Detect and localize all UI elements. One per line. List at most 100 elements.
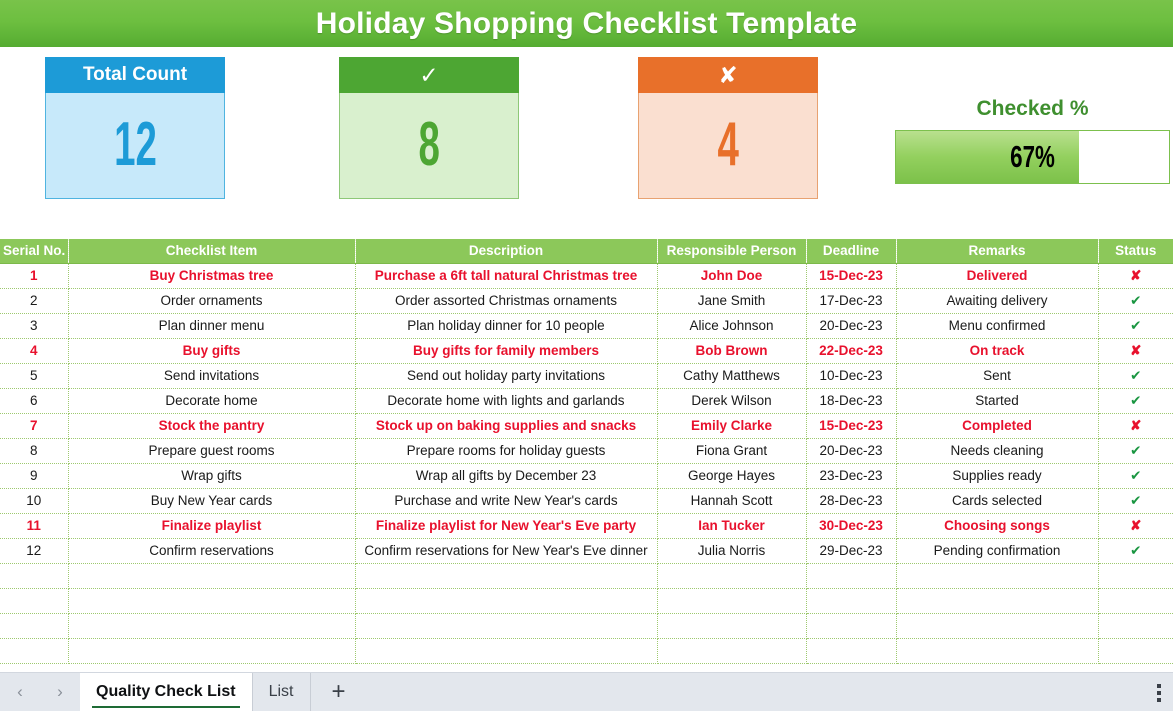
description-cell[interactable]: Stock up on baking supplies and snacks: [355, 413, 658, 439]
checklist-item-cell[interactable]: Plan dinner menu: [68, 313, 356, 339]
remarks-cell[interactable]: Awaiting delivery: [896, 288, 1099, 314]
empty-cell[interactable]: [896, 563, 1099, 589]
checklist-item-cell[interactable]: Buy gifts: [68, 338, 356, 364]
responsible-person-cell[interactable]: Derek Wilson: [657, 388, 807, 414]
empty-cell[interactable]: [896, 613, 1099, 639]
checklist-item-cell[interactable]: Decorate home: [68, 388, 356, 414]
remarks-cell[interactable]: Cards selected: [896, 488, 1099, 514]
serial-no-cell[interactable]: 1: [0, 263, 69, 289]
serial-no-cell[interactable]: 8: [0, 438, 69, 464]
status-cell[interactable]: ✘: [1098, 338, 1173, 364]
status-cell[interactable]: ✔: [1098, 438, 1173, 464]
empty-cell[interactable]: [0, 588, 69, 614]
empty-cell[interactable]: [806, 638, 897, 664]
deadline-cell[interactable]: 15-Dec-23: [806, 263, 897, 289]
deadline-cell[interactable]: 30-Dec-23: [806, 513, 897, 539]
status-cell[interactable]: ✔: [1098, 313, 1173, 339]
serial-no-cell[interactable]: 6: [0, 388, 69, 414]
checklist-item-cell[interactable]: Buy New Year cards: [68, 488, 356, 514]
deadline-cell[interactable]: 10-Dec-23: [806, 363, 897, 389]
add-sheet-icon[interactable]: +: [311, 673, 367, 711]
description-cell[interactable]: Purchase a 6ft tall natural Christmas tr…: [355, 263, 658, 289]
next-sheet-icon[interactable]: ›: [40, 673, 80, 711]
remarks-cell[interactable]: Started: [896, 388, 1099, 414]
empty-cell[interactable]: [68, 563, 356, 589]
description-cell[interactable]: Prepare rooms for holiday guests: [355, 438, 658, 464]
empty-cell[interactable]: [657, 563, 807, 589]
description-cell[interactable]: Wrap all gifts by December 23: [355, 463, 658, 489]
empty-cell[interactable]: [0, 638, 69, 664]
empty-cell[interactable]: [657, 638, 807, 664]
checklist-item-cell[interactable]: Confirm reservations: [68, 538, 356, 564]
status-cell[interactable]: ✘: [1098, 513, 1173, 539]
more-options-icon[interactable]: [1157, 673, 1161, 711]
responsible-person-cell[interactable]: Fiona Grant: [657, 438, 807, 464]
description-cell[interactable]: Buy gifts for family members: [355, 338, 658, 364]
remarks-cell[interactable]: On track: [896, 338, 1099, 364]
empty-cell[interactable]: [68, 613, 356, 639]
empty-cell[interactable]: [657, 588, 807, 614]
description-cell[interactable]: Decorate home with lights and garlands: [355, 388, 658, 414]
spreadsheet-grid[interactable]: Serial No. Checklist Item Description Re…: [0, 239, 1173, 672]
status-cell[interactable]: ✔: [1098, 488, 1173, 514]
sheet-tab-quality-check-list[interactable]: Quality Check List: [80, 672, 252, 711]
empty-cell[interactable]: [1098, 588, 1173, 614]
responsible-person-cell[interactable]: Alice Johnson: [657, 313, 807, 339]
table-row-empty[interactable]: [0, 638, 1173, 664]
empty-cell[interactable]: [896, 638, 1099, 664]
serial-no-cell[interactable]: 10: [0, 488, 69, 514]
empty-cell[interactable]: [68, 588, 356, 614]
column-header-serial-no[interactable]: Serial No.: [0, 239, 69, 264]
table-row-empty[interactable]: [0, 613, 1173, 639]
remarks-cell[interactable]: Needs cleaning: [896, 438, 1099, 464]
description-cell[interactable]: Finalize playlist for New Year's Eve par…: [355, 513, 658, 539]
deadline-cell[interactable]: 18-Dec-23: [806, 388, 897, 414]
serial-no-cell[interactable]: 2: [0, 288, 69, 314]
table-row[interactable]: 2 Order ornaments Order assorted Christmas…: [0, 288, 1173, 314]
table-row[interactable]: 3 Plan dinner menu Plan holiday dinner for…: [0, 313, 1173, 339]
checklist-item-cell[interactable]: Buy Christmas tree: [68, 263, 356, 289]
serial-no-cell[interactable]: 12: [0, 538, 69, 564]
empty-cell[interactable]: [1098, 638, 1173, 664]
responsible-person-cell[interactable]: Bob Brown: [657, 338, 807, 364]
empty-cell[interactable]: [806, 563, 897, 589]
serial-no-cell[interactable]: 9: [0, 463, 69, 489]
empty-cell[interactable]: [0, 563, 69, 589]
table-row[interactable]: 4 Buy gifts Buy gifts for family members Bo…: [0, 338, 1173, 364]
remarks-cell[interactable]: Delivered: [896, 263, 1099, 289]
sheet-tab-list[interactable]: List: [251, 672, 311, 711]
table-row[interactable]: 6 Decorate home Decorate home with lights …: [0, 388, 1173, 414]
status-cell[interactable]: ✔: [1098, 538, 1173, 564]
responsible-person-cell[interactable]: Hannah Scott: [657, 488, 807, 514]
status-cell[interactable]: ✔: [1098, 363, 1173, 389]
checklist-item-cell[interactable]: Finalize playlist: [68, 513, 356, 539]
remarks-cell[interactable]: Choosing songs: [896, 513, 1099, 539]
table-row[interactable]: 8 Prepare guest rooms Prepare rooms for ho…: [0, 438, 1173, 464]
empty-cell[interactable]: [896, 588, 1099, 614]
empty-cell[interactable]: [806, 588, 897, 614]
serial-no-cell[interactable]: 11: [0, 513, 69, 539]
checklist-item-cell[interactable]: Stock the pantry: [68, 413, 356, 439]
status-cell[interactable]: ✘: [1098, 413, 1173, 439]
table-row-empty[interactable]: [0, 563, 1173, 589]
checklist-item-cell[interactable]: Wrap gifts: [68, 463, 356, 489]
empty-cell[interactable]: [806, 613, 897, 639]
remarks-cell[interactable]: Supplies ready: [896, 463, 1099, 489]
deadline-cell[interactable]: 28-Dec-23: [806, 488, 897, 514]
responsible-person-cell[interactable]: Julia Norris: [657, 538, 807, 564]
column-header-status[interactable]: Status: [1098, 239, 1173, 264]
checklist-item-cell[interactable]: Send invitations: [68, 363, 356, 389]
description-cell[interactable]: Purchase and write New Year's cards: [355, 488, 658, 514]
column-header-checklist-item[interactable]: Checklist Item: [68, 239, 356, 264]
serial-no-cell[interactable]: 7: [0, 413, 69, 439]
checklist-item-cell[interactable]: Prepare guest rooms: [68, 438, 356, 464]
remarks-cell[interactable]: Completed: [896, 413, 1099, 439]
deadline-cell[interactable]: 20-Dec-23: [806, 313, 897, 339]
table-row[interactable]: 9 Wrap gifts Wrap all gifts by December 23…: [0, 463, 1173, 489]
description-cell[interactable]: Send out holiday party invitations: [355, 363, 658, 389]
table-row[interactable]: 11 Finalize playlist Finalize playlist for…: [0, 513, 1173, 539]
empty-cell[interactable]: [355, 588, 658, 614]
responsible-person-cell[interactable]: John Doe: [657, 263, 807, 289]
column-header-deadline[interactable]: Deadline: [806, 239, 897, 264]
description-cell[interactable]: Order assorted Christmas ornaments: [355, 288, 658, 314]
